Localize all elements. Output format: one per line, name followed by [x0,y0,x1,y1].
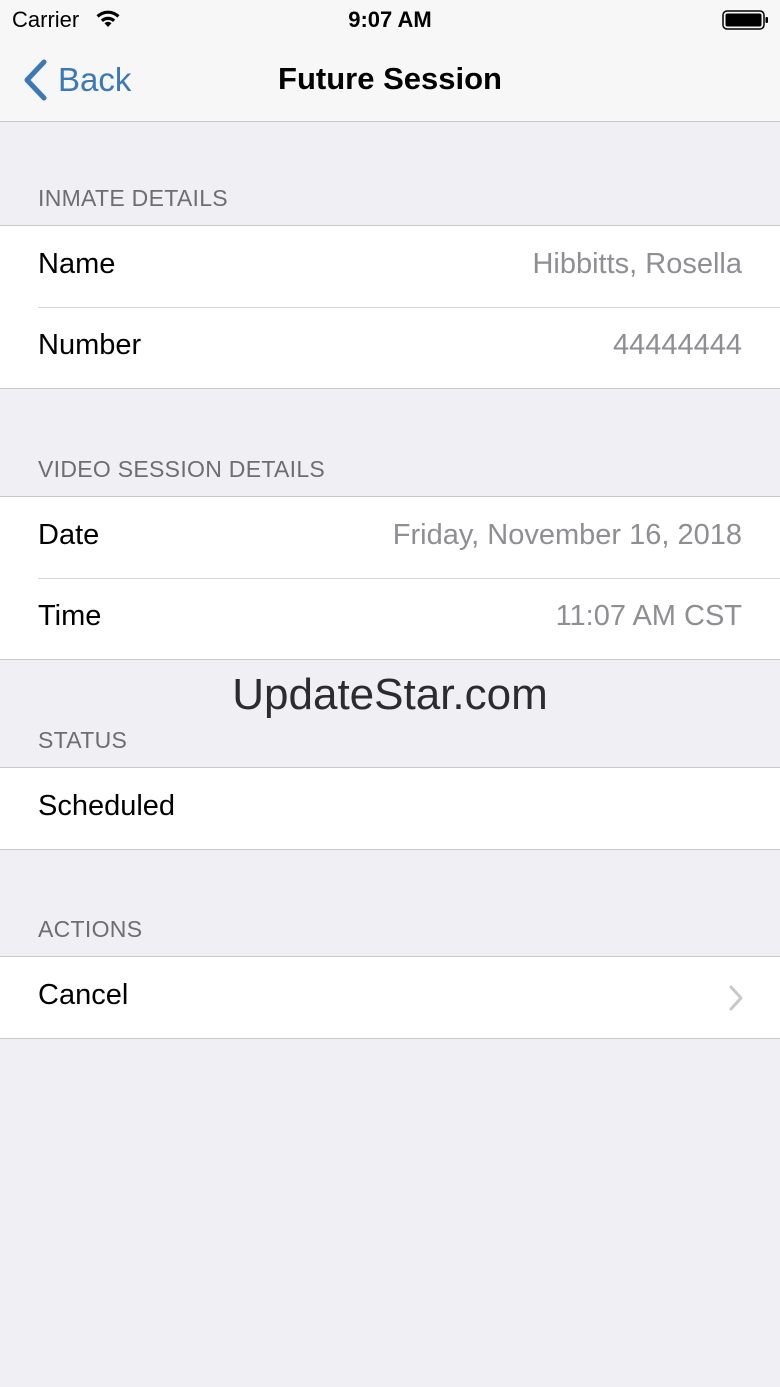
date-row: Date Friday, November 16, 2018 [0,497,780,578]
page-title: Future Session [278,61,502,96]
navigation-bar: Back Future Session [0,40,780,122]
section-header-status: STATUS [38,727,128,753]
time-row: Time 11:07 AM CST [0,578,780,659]
section-header-inmate-details: INMATE DETAILS [38,185,228,211]
video-session-details-group: Date Friday, November 16, 2018 Time 11:0… [0,496,780,660]
status-group: Scheduled [0,767,780,850]
status-time: 9:07 AM [348,7,432,32]
time-value: 11:07 AM CST [555,600,742,632]
status-bar: Carrier 9:07 AM [0,0,780,40]
number-row: Number 44444444 [0,307,780,388]
status-row: Scheduled [0,768,780,849]
number-label: Number [38,329,142,361]
name-label: Name [38,248,116,280]
status-value: Scheduled [38,790,176,822]
name-row: Name Hibbitts, Rosella [0,226,780,307]
actions-group: Cancel [0,956,780,1039]
watermark-text: UpdateStar.com [232,670,548,719]
date-label: Date [38,519,100,551]
number-value: 44444444 [612,329,742,361]
date-value: Friday, November 16, 2018 [392,519,742,551]
section-header-actions: ACTIONS [38,916,143,942]
cancel-label: Cancel [38,979,129,1011]
cancel-row[interactable]: Cancel [0,957,780,1038]
battery-full-icon [722,10,768,30]
section-header-video-session-details: VIDEO SESSION DETAILS [38,456,326,482]
inmate-details-group: Name Hibbitts, Rosella Number 44444444 [0,225,780,389]
chevron-right-icon [729,985,743,1011]
time-label: Time [38,600,102,632]
name-value: Hibbitts, Rosella [532,248,742,280]
